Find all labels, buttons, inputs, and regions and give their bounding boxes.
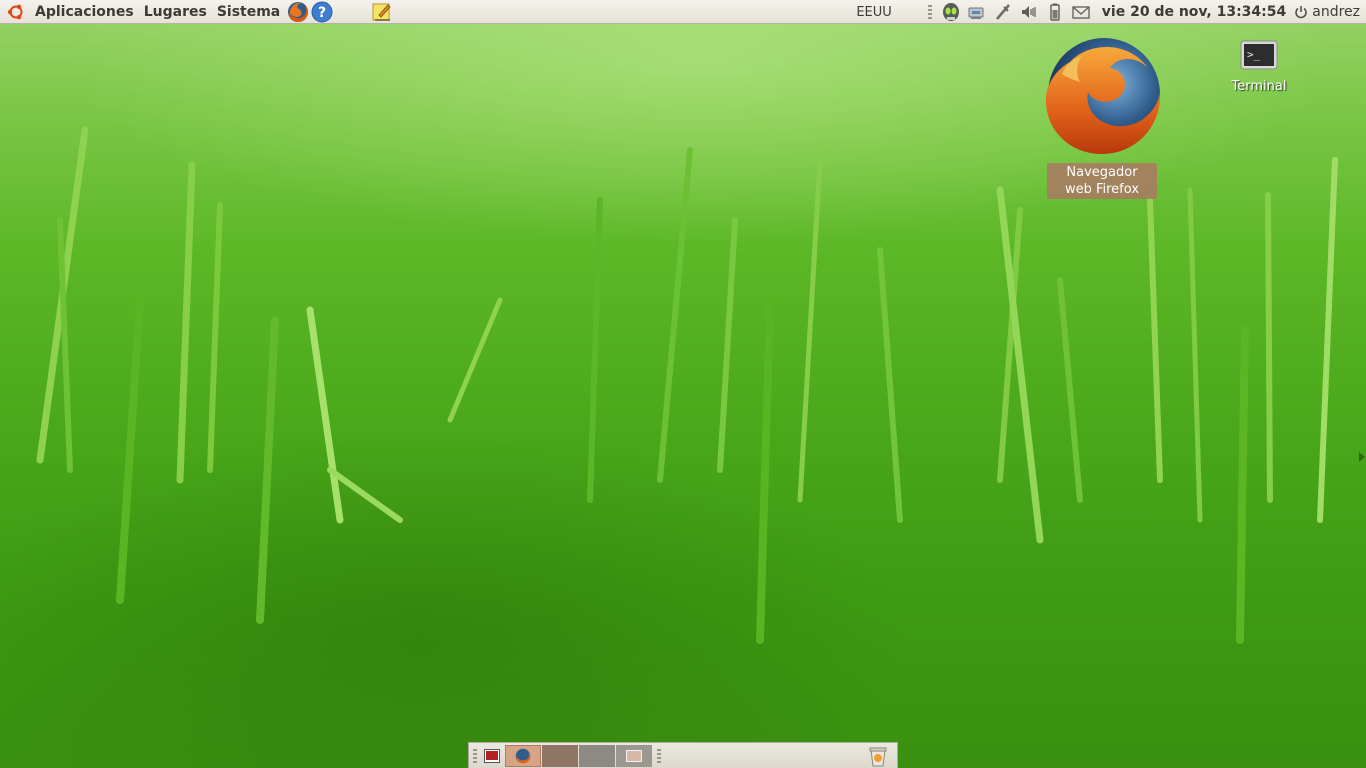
desktop-icon-firefox[interactable]: Navegador web Firefox: [1040, 34, 1164, 199]
power-icon: [1295, 6, 1307, 19]
mail-tray-icon[interactable]: [1071, 2, 1091, 22]
desktop-icon-terminal-label: Terminal: [1231, 79, 1287, 94]
panel-handle-left: [473, 748, 477, 763]
terminal-icon: >_: [1240, 40, 1278, 70]
workspace-1[interactable]: [542, 744, 578, 767]
svg-text:?: ?: [318, 5, 326, 21]
desktop-icon-terminal[interactable]: >_ Terminal: [1226, 40, 1292, 96]
panel-handle-right: [657, 748, 661, 763]
workspace-3[interactable]: [616, 744, 652, 767]
taskbar-firefox-button[interactable]: [505, 744, 541, 767]
help-launcher-icon[interactable]: ?: [311, 1, 333, 23]
user-name: andrez: [1312, 4, 1360, 20]
menu-lugares[interactable]: Lugares: [139, 4, 212, 20]
desktop-icon-firefox-label: Navegador web Firefox: [1047, 163, 1157, 199]
trash-icon[interactable]: [867, 745, 889, 767]
firefox-launcher-icon[interactable]: [287, 1, 309, 23]
alien-tray-icon[interactable]: [941, 2, 961, 22]
menu-aplicaciones[interactable]: Aplicaciones: [30, 4, 139, 20]
top-panel: Aplicaciones Lugares Sistema ? EEUU vie …: [0, 0, 1366, 24]
menu-sistema[interactable]: Sistema: [212, 4, 285, 20]
bottom-panel: [468, 742, 898, 768]
connection-tray-icon[interactable]: [993, 2, 1013, 22]
show-desktop-button[interactable]: [480, 745, 504, 767]
workspace-2[interactable]: [579, 744, 615, 767]
network-tray-icon[interactable]: [967, 2, 987, 22]
scroll-right-arrow-icon[interactable]: [1359, 452, 1365, 462]
clock[interactable]: vie 20 de nov, 13:34:54: [1102, 4, 1286, 20]
show-desktop-icon: [484, 748, 500, 763]
panel-handle: [927, 5, 932, 19]
window-thumbnail-icon: [626, 749, 642, 762]
svg-text:>_: >_: [1247, 48, 1261, 61]
keyboard-layout-indicator[interactable]: EEUU: [856, 5, 891, 20]
battery-tray-icon[interactable]: [1045, 2, 1065, 22]
user-menu[interactable]: andrez: [1294, 4, 1360, 20]
firefox-taskbar-icon: [515, 748, 531, 763]
firefox-icon: [1045, 38, 1161, 154]
ubuntu-logo-icon[interactable]: [7, 3, 25, 21]
volume-tray-icon[interactable]: [1019, 2, 1039, 22]
system-tray: EEUU vie 20 de nov, 13:34:54 andrez: [856, 0, 1366, 24]
notes-launcher-icon[interactable]: [371, 1, 393, 23]
